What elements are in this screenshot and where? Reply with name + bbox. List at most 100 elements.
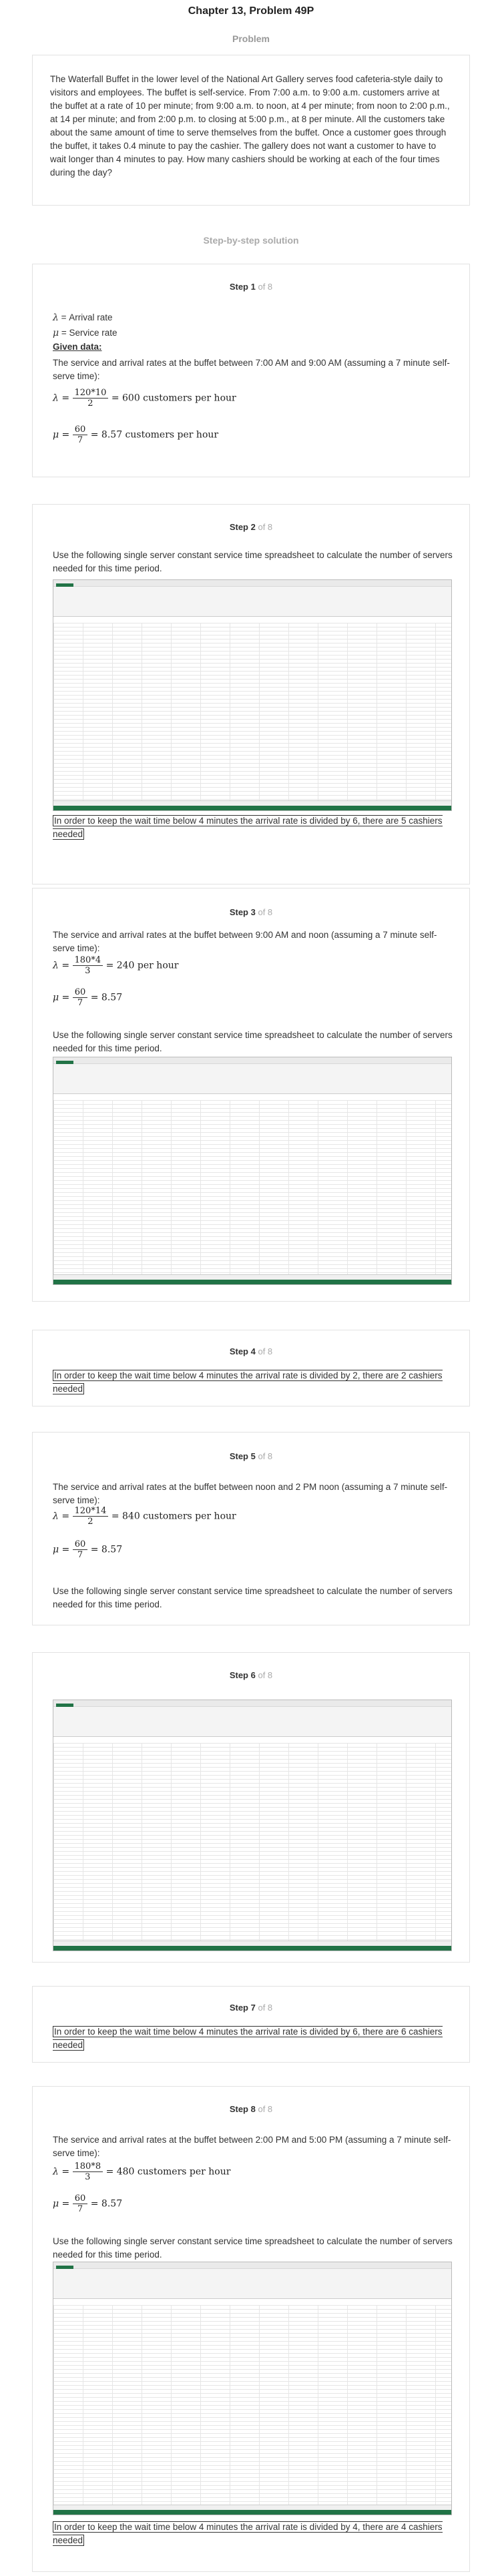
step-3-card: Step 3 of 8 The service and arrival rate… — [32, 888, 470, 1302]
step-label: Step 4 — [229, 1346, 256, 1356]
step-1-header: Step 1 of 8 — [33, 282, 469, 292]
step-3-text: The service and arrival rates at the buf… — [53, 930, 437, 953]
step-1-card: Step 1 of 8 λ = Arrival rate μ = Service… — [32, 264, 470, 477]
numerator: 180*8 — [72, 2161, 103, 2172]
lambda-symbol: λ — [53, 312, 59, 323]
step-total: of 8 — [258, 282, 273, 292]
status-bar — [53, 1280, 451, 1284]
step-4-card: Step 4 of 8 In order to keep the wait ti… — [32, 1330, 470, 1406]
status-bar — [53, 806, 451, 810]
step-5-card: Step 5 of 8 The service and arrival rate… — [32, 1432, 470, 1625]
problem-card: The Waterfall Buffet in the lower level … — [32, 55, 470, 206]
numerator: 60 — [72, 987, 88, 998]
result: = 600 customers per hour — [111, 393, 236, 404]
numerator: 180*4 — [72, 955, 103, 966]
mu-definition-text: = Service rate — [61, 328, 117, 338]
mu-equation: μ = 60 7 = 8.57 customers per hour — [53, 425, 219, 445]
step-5-text-2: Use the following single server constant… — [53, 1586, 453, 1609]
mu-equation: μ = 60 7 = 8.57 — [53, 2194, 123, 2214]
problem-text: The Waterfall Buffet in the lower level … — [50, 74, 450, 178]
step-5-header: Step 5 of 8 — [33, 1451, 469, 1461]
step-label: Step 1 — [229, 282, 256, 292]
sheet-tabs — [53, 2505, 451, 2510]
step-total: of 8 — [258, 1670, 273, 1680]
denominator: 3 — [85, 966, 91, 976]
step-2-text: Use the following single server constant… — [53, 550, 453, 573]
lambda-equation: λ = 180*8 3 = 480 customers per hour — [53, 2161, 231, 2182]
denominator: 7 — [77, 1550, 83, 1560]
step-4-answer: In order to keep the wait time below 4 m… — [53, 1369, 453, 1396]
status-bar — [53, 1946, 451, 1951]
result: = 840 customers per hour — [111, 1511, 236, 1522]
step-1-text: The service and arrival rates at the buf… — [53, 358, 450, 381]
spreadsheet-screenshot — [53, 1700, 452, 1951]
fraction: 180*4 3 — [72, 955, 103, 976]
ribbon — [53, 1707, 451, 1737]
step-2-header: Step 2 of 8 — [33, 522, 469, 532]
denominator: 7 — [77, 998, 83, 1008]
mu-equation: μ = 60 7 = 8.57 — [53, 1539, 123, 1560]
step-4-header: Step 4 of 8 — [33, 1346, 469, 1356]
result: = 8.57 — [90, 2198, 123, 2210]
result: = 8.57 — [90, 1544, 123, 1555]
step-2-answer: In order to keep the wait time below 4 m… — [53, 814, 453, 841]
step-8-card: Step 8 of 8 The service and arrival rate… — [32, 2086, 470, 2572]
step-total: of 8 — [258, 907, 273, 917]
status-bar — [53, 2510, 451, 2515]
mu-definition: μ = Service rate — [53, 326, 453, 340]
mu-symbol: μ — [53, 1544, 59, 1555]
step-7-card: Step 7 of 8 In order to keep the wait ti… — [32, 1986, 470, 2063]
fraction: 60 7 — [72, 987, 88, 1008]
lambda-symbol: λ — [53, 960, 59, 971]
step-2-card: Step 2 of 8 Use the following single ser… — [32, 504, 470, 884]
fraction: 120*14 2 — [72, 1506, 109, 1527]
mu-equation: μ = 60 7 = 8.57 — [53, 987, 123, 1008]
denominator: 2 — [87, 399, 93, 409]
fraction: 180*8 3 — [72, 2161, 103, 2182]
fraction: 120*10 2 — [72, 388, 109, 409]
numerator: 60 — [72, 1539, 88, 1550]
step-8-header: Step 8 of 8 — [33, 2104, 469, 2114]
spreadsheet-screenshot — [53, 579, 452, 811]
denominator: 7 — [77, 2204, 83, 2214]
numerator: 120*14 — [72, 1506, 109, 1517]
ribbon — [53, 1064, 451, 1094]
ribbon-tabs — [53, 1057, 451, 1065]
answer-box: In order to keep the wait time below 4 m… — [53, 815, 443, 840]
step-total: of 8 — [258, 1346, 273, 1356]
mu-symbol: μ — [53, 429, 59, 441]
mu-symbol: μ — [53, 328, 59, 338]
step-total: of 8 — [258, 1451, 273, 1461]
step-label: Step 8 — [229, 2104, 256, 2114]
step-6-card: Step 6 of 8 — [32, 1652, 470, 1963]
ribbon-tabs — [53, 1700, 451, 1708]
numerator: 120*10 — [72, 388, 109, 399]
step-7-answer: In order to keep the wait time below 4 m… — [53, 2025, 453, 2052]
step-label: Step 2 — [229, 522, 256, 532]
worksheet-grid — [53, 1743, 451, 1941]
worksheet-grid — [53, 1100, 451, 1275]
step-total: of 8 — [258, 2003, 273, 2013]
ribbon — [53, 2269, 451, 2299]
answer-box: In order to keep the wait time below 4 m… — [53, 2026, 443, 2051]
sheet-tabs — [53, 1274, 451, 1280]
fraction: 60 7 — [72, 1539, 88, 1560]
step-total: of 8 — [258, 2104, 273, 2114]
given-data-label: Given data: — [53, 342, 102, 352]
step-label: Step 5 — [229, 1451, 256, 1461]
worksheet-grid — [53, 2305, 451, 2505]
step-label: Step 6 — [229, 1670, 256, 1680]
step-6-header: Step 6 of 8 — [33, 1670, 469, 1680]
problem-heading: Problem — [232, 33, 270, 44]
lambda-symbol: λ — [53, 393, 59, 404]
mu-symbol: μ — [53, 2198, 59, 2210]
step-8-answer: In order to keep the wait time below 4 m… — [53, 2521, 453, 2547]
numerator: 60 — [72, 425, 88, 435]
answer-box: In order to keep the wait time below 4 m… — [53, 2521, 443, 2546]
result: = 8.57 customers per hour — [90, 429, 219, 441]
result: = 480 customers per hour — [105, 2166, 231, 2177]
fraction: 60 7 — [72, 425, 88, 445]
page-title: Chapter 13, Problem 49P — [188, 5, 314, 17]
step-label: Step 3 — [229, 907, 256, 917]
sheet-tabs — [53, 1941, 451, 1946]
